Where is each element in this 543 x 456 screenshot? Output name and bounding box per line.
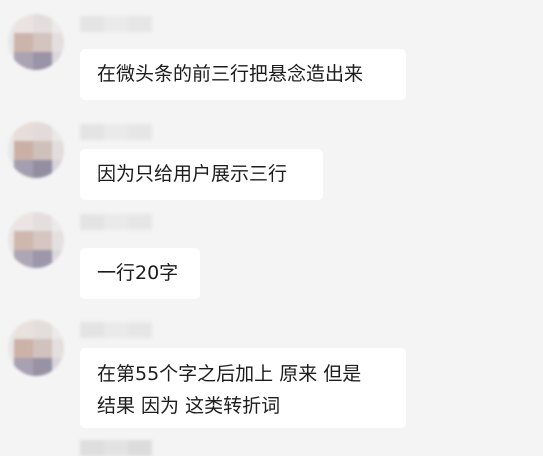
message-bubble[interactable]: 因为只给用户展示三行 — [80, 149, 323, 200]
sender-name — [80, 440, 152, 456]
message-text: 在微头条的前三行把悬念造出来 — [97, 63, 364, 85]
chat-conversation: 在微头条的前三行把悬念造出来 因为只给用户展示三行 一行20字 在第55个字之后… — [0, 0, 543, 456]
sender-name — [80, 124, 152, 140]
sender-name — [80, 214, 152, 230]
message-text-line: 结果 因为 这类转折词 — [97, 395, 281, 417]
avatar[interactable] — [8, 14, 64, 70]
message-bubble[interactable]: 在微头条的前三行把悬念造出来 — [80, 49, 406, 100]
message-bubble[interactable]: 一行20字 — [80, 248, 200, 299]
message-text: 因为只给用户展示三行 — [97, 163, 288, 185]
message-text: 一行20字 — [97, 262, 179, 284]
message-text-line: 在第55个字之后加上 原来 但是 — [97, 363, 362, 385]
sender-name — [80, 16, 152, 32]
sender-name — [80, 322, 152, 338]
avatar[interactable] — [8, 122, 64, 178]
avatar[interactable] — [8, 320, 64, 376]
message-bubble[interactable]: 在第55个字之后加上 原来 但是 结果 因为 这类转折词 — [80, 348, 406, 428]
avatar[interactable] — [8, 212, 64, 268]
